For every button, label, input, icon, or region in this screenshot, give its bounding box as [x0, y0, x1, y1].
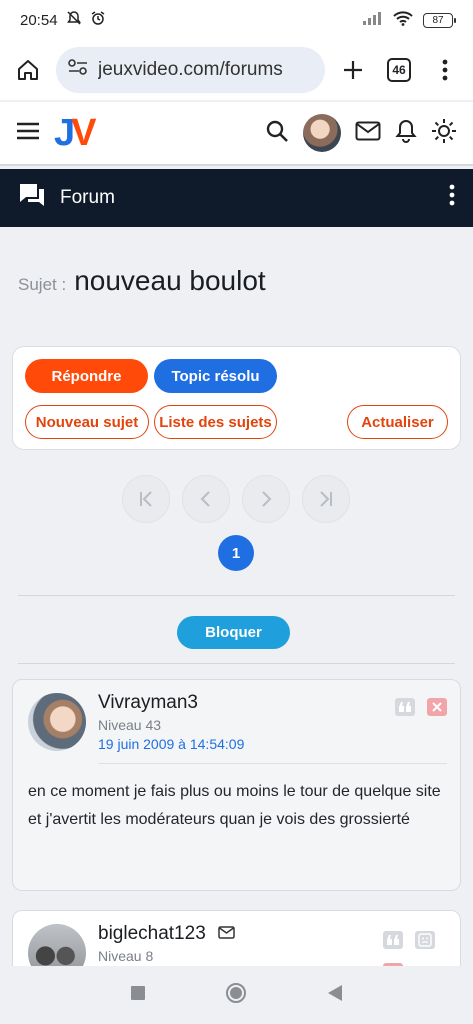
browser-menu-icon[interactable]	[427, 52, 463, 88]
notifications-bell-icon[interactable]	[395, 119, 417, 148]
user-avatar[interactable]	[303, 114, 341, 152]
forum-label[interactable]: Forum	[60, 187, 115, 209]
post-author-avatar[interactable]	[28, 693, 86, 751]
recent-apps-icon[interactable]	[130, 985, 146, 1006]
private-message-icon[interactable]	[218, 923, 235, 945]
topic-prefix: Sujet :	[18, 275, 67, 294]
forum-bar: Forum	[0, 169, 473, 227]
wifi-icon	[393, 10, 413, 30]
divider	[18, 663, 455, 664]
site-logo[interactable]: J V	[54, 114, 97, 152]
previous-page-button[interactable]	[182, 475, 230, 523]
post-author-name[interactable]: biglechat123	[98, 923, 206, 945]
post-date-link[interactable]: 19 juin 2009 à 14:54:09	[98, 736, 244, 752]
current-page-indicator[interactable]: 1	[218, 535, 254, 571]
tab-switcher-button[interactable]: 46	[381, 52, 417, 88]
topic-resolved-button[interactable]: Topic résolu	[154, 359, 277, 393]
divider	[18, 595, 455, 596]
post-body: en ce moment je fais plus ou moins le to…	[28, 783, 441, 828]
battery-icon: 87	[423, 12, 456, 28]
post-author-level: Niveau 8	[98, 948, 154, 964]
mail-icon[interactable]	[355, 121, 381, 146]
report-sad-face-icon[interactable]	[415, 931, 435, 949]
post-separator	[98, 763, 447, 764]
next-page-button[interactable]	[242, 475, 290, 523]
tab-count: 46	[387, 58, 411, 82]
quote-icon[interactable]	[383, 931, 403, 949]
new-tab-icon[interactable]	[335, 52, 371, 88]
status-bar: 20:54 87	[0, 0, 473, 40]
refresh-button[interactable]: Actualiser	[347, 405, 448, 439]
hamburger-menu-icon[interactable]	[16, 122, 40, 145]
logo-v: V	[71, 112, 97, 154]
search-icon[interactable]	[265, 119, 289, 148]
clock: 20:54	[20, 11, 58, 29]
topic-title: nouveau boulot	[74, 265, 266, 296]
new-topic-button[interactable]: Nouveau sujet	[25, 405, 149, 439]
url-text: jeuxvideo.com/forums	[98, 59, 283, 80]
home-circle-icon[interactable]	[225, 982, 247, 1009]
browser-toolbar: jeuxvideo.com/forums 46	[0, 40, 473, 100]
first-page-button[interactable]	[122, 475, 170, 523]
forum-more-icon[interactable]	[449, 184, 455, 212]
delete-icon[interactable]	[427, 698, 447, 716]
topic-list-button[interactable]: Liste des sujets	[154, 405, 277, 439]
site-settings-icon[interactable]	[68, 58, 88, 82]
site-header: J V	[0, 102, 473, 166]
address-bar[interactable]: jeuxvideo.com/forums	[56, 47, 325, 93]
theme-sun-icon[interactable]	[431, 118, 457, 149]
reply-button[interactable]: Répondre	[25, 359, 148, 393]
home-icon[interactable]	[10, 52, 46, 88]
forum-post: Vivrayman3 Niveau 43 19 juin 2009 à 14:5…	[12, 679, 461, 891]
topic-actions-card: Répondre Topic résolu Nouveau sujet List…	[12, 346, 461, 450]
back-triangle-icon[interactable]	[327, 984, 343, 1007]
forum-chat-icon	[18, 182, 46, 214]
mute-notifications-icon	[66, 10, 82, 30]
post-author-level: Niveau 43	[98, 717, 162, 733]
topic-heading: Sujet : nouveau boulot	[18, 265, 266, 297]
block-button[interactable]: Bloquer	[177, 616, 290, 649]
quote-icon[interactable]	[395, 698, 415, 716]
battery-level: 87	[432, 14, 444, 26]
signal-icon	[363, 11, 383, 29]
post-author-row: biglechat123	[98, 923, 235, 945]
post-author-name[interactable]: Vivrayman3	[98, 692, 198, 714]
alarm-icon	[90, 10, 106, 30]
system-navigation-bar	[0, 966, 473, 1024]
last-page-button[interactable]	[302, 475, 350, 523]
